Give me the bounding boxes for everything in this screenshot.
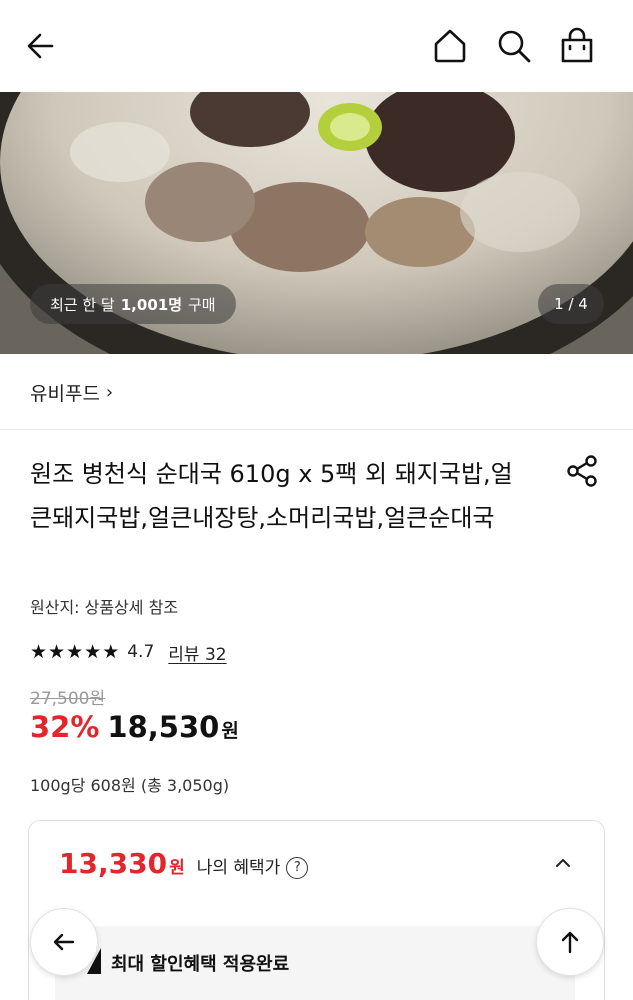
page-indicator: 1 / 4 bbox=[538, 284, 604, 324]
scroll-to-top-button[interactable] bbox=[536, 908, 604, 976]
help-icon[interactable]: ? bbox=[286, 856, 309, 879]
original-price: 27,500원 bbox=[30, 689, 106, 709]
brand-row: 유비푸드 › bbox=[0, 354, 633, 430]
star-icon: ★ bbox=[48, 640, 66, 663]
discount-rate: 32% bbox=[30, 710, 100, 744]
benefit-price-row: 13,330 원 나의 혜택가 ? bbox=[59, 847, 309, 881]
arrow-left-icon bbox=[53, 933, 75, 951]
shopping-bag-icon[interactable] bbox=[557, 26, 597, 66]
benefit-currency: 원 bbox=[169, 858, 185, 878]
applied-label: 최대 할인혜택 적용완료 bbox=[111, 954, 290, 975]
product-image-carousel[interactable]: 최근 한 달 1,001명 구매 1 / 4 bbox=[0, 92, 633, 354]
rating-stars: ★ ★ ★ ★ ★ bbox=[30, 640, 120, 663]
star-icon: ★ bbox=[66, 640, 84, 663]
search-icon[interactable] bbox=[494, 26, 534, 66]
recent-purchase-badge: 최근 한 달 1,001명 구매 bbox=[30, 284, 236, 324]
product-title: 원조 병천식 순대국 610g x 5팩 외 돼지국밥,얼큰돼지국밥,얼큰내장탕… bbox=[30, 460, 513, 532]
rating-row: ★ ★ ★ ★ ★ 4.7 리뷰 32 bbox=[30, 638, 227, 666]
brand-link[interactable]: 유비푸드 › bbox=[30, 379, 113, 406]
share-icon[interactable] bbox=[564, 452, 602, 490]
star-icon: ★ bbox=[30, 640, 48, 663]
benefit-price: 13,330 bbox=[59, 847, 168, 880]
chevron-right-icon: › bbox=[105, 382, 114, 403]
arrow-left-icon[interactable] bbox=[22, 26, 62, 66]
benefit-label: 나의 혜택가 bbox=[196, 858, 281, 878]
floating-back-button[interactable] bbox=[30, 908, 98, 976]
rating-value: 4.7 bbox=[127, 642, 155, 662]
purchase-suffix: 구매 bbox=[188, 295, 216, 314]
origin-text: 원산지: 상품상세 참조 bbox=[30, 598, 179, 617]
star-half-icon: ★ bbox=[102, 640, 120, 663]
top-app-bar bbox=[0, 0, 633, 92]
sale-price: 18,530 bbox=[107, 710, 220, 744]
purchase-count: 1,001명 bbox=[120, 295, 182, 314]
unit-price: 100g당 608원 (총 3,050g) bbox=[30, 776, 230, 795]
brand-name: 유비푸드 bbox=[30, 383, 100, 405]
currency-unit: 원 bbox=[221, 720, 239, 742]
purchase-prefix: 최근 한 달 bbox=[50, 295, 115, 314]
price-row: 32% 18,530 원 bbox=[30, 710, 239, 744]
arrow-up-icon bbox=[561, 931, 579, 954]
home-icon[interactable] bbox=[430, 26, 470, 66]
review-link[interactable]: 리뷰 32 bbox=[168, 640, 226, 665]
chevron-up-icon[interactable] bbox=[549, 849, 577, 877]
max-discount-applied-banner: 최대 할인혜택 적용완료 bbox=[55, 926, 575, 1000]
star-icon: ★ bbox=[84, 640, 102, 663]
